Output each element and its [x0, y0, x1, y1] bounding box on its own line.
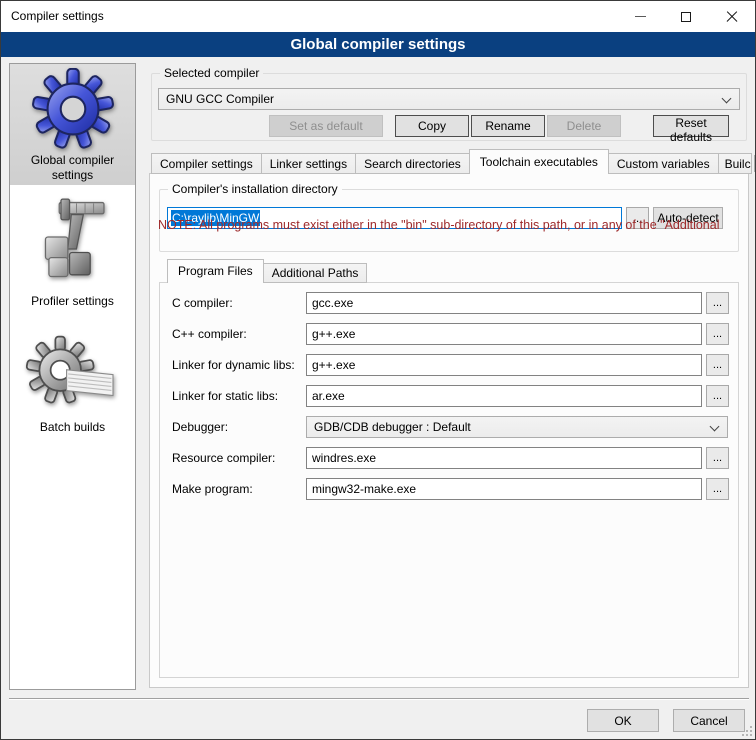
- caliper-profiler-icon: [30, 195, 116, 294]
- linker-dynamic-input[interactable]: [306, 354, 702, 376]
- minimize-button[interactable]: [617, 1, 663, 32]
- titlebar: Compiler settings: [1, 1, 755, 32]
- footer-separator: [9, 698, 749, 700]
- gray-gear-batch-icon: [25, 333, 121, 420]
- blue-gear-icon: [32, 68, 114, 153]
- linker-dynamic-browse-button[interactable]: ...: [706, 354, 729, 376]
- ok-button[interactable]: OK: [587, 709, 659, 732]
- close-icon: [725, 10, 739, 24]
- sidebar-item-label: Global compilersettings: [31, 153, 114, 189]
- window-title: Compiler settings: [11, 1, 104, 32]
- c-compiler-browse-button[interactable]: ...: [706, 292, 729, 314]
- c-compiler-input[interactable]: [306, 292, 702, 314]
- linker-dynamic-label: Linker for dynamic libs:: [172, 354, 295, 376]
- program-files-subtabstrip: Program Files Additional Paths: [167, 259, 367, 283]
- tab-compiler-settings[interactable]: Compiler settings: [151, 153, 262, 174]
- set-as-default-button[interactable]: Set as default: [269, 115, 383, 137]
- debugger-select[interactable]: GDB/CDB debugger : Default: [306, 416, 728, 438]
- copy-button[interactable]: Copy: [395, 115, 469, 137]
- resource-compiler-input[interactable]: [306, 447, 702, 469]
- minimize-icon: [635, 16, 646, 17]
- maximize-button[interactable]: [663, 1, 709, 32]
- sidebar-item-profiler-settings[interactable]: Profiler settings: [10, 191, 135, 319]
- make-program-browse-button[interactable]: ...: [706, 478, 729, 500]
- tab-custom-variables[interactable]: Custom variables: [608, 153, 719, 174]
- subtab-additional-paths[interactable]: Additional Paths: [263, 263, 368, 283]
- resize-grip-icon[interactable]: [742, 726, 752, 736]
- linker-static-label: Linker for static libs:: [172, 385, 278, 407]
- resource-compiler-label: Resource compiler:: [172, 447, 275, 469]
- debugger-label: Debugger:: [172, 416, 228, 438]
- linker-static-browse-button[interactable]: ...: [706, 385, 729, 407]
- debugger-select-value: GDB/CDB debugger : Default: [314, 420, 471, 434]
- compiler-settings-dialog: Compiler settings Global compiler settin…: [0, 0, 756, 740]
- settings-tabstrip: Compiler settings Linker settings Search…: [151, 149, 756, 174]
- linker-static-input[interactable]: [306, 385, 702, 407]
- sidebar-item-label: Batch builds: [40, 420, 105, 441]
- cpp-compiler-input[interactable]: [306, 323, 702, 345]
- c-compiler-label: C compiler:: [172, 292, 233, 314]
- settings-sidebar: Global compilersettings: [9, 63, 136, 690]
- tab-search-directories[interactable]: Search directories: [355, 153, 470, 174]
- tab-build-options-truncated[interactable]: Builc: [718, 153, 752, 174]
- compiler-select[interactable]: GNU GCC Compiler: [158, 88, 740, 110]
- cpp-compiler-browse-button[interactable]: ...: [706, 323, 729, 345]
- tab-linker-settings[interactable]: Linker settings: [261, 153, 356, 174]
- make-program-label: Make program:: [172, 478, 253, 500]
- cpp-compiler-label: C++ compiler:: [172, 323, 247, 345]
- tab-toolchain-executables[interactable]: Toolchain executables: [469, 149, 609, 174]
- program-files-panel: C compiler: ... C++ compiler: ... Linker…: [159, 282, 739, 678]
- chevron-down-icon: [710, 422, 720, 432]
- chevron-down-icon: [722, 94, 732, 104]
- resource-compiler-browse-button[interactable]: ...: [706, 447, 729, 469]
- make-program-input[interactable]: [306, 478, 702, 500]
- subtab-program-files[interactable]: Program Files: [167, 259, 264, 283]
- delete-button[interactable]: Delete: [547, 115, 621, 137]
- selected-compiler-group-label: Selected compiler: [160, 66, 263, 80]
- sidebar-item-batch-builds[interactable]: Batch builds: [10, 329, 135, 449]
- rename-button[interactable]: Rename: [471, 115, 545, 137]
- sidebar-item-global-compiler-settings[interactable]: Global compilersettings: [10, 64, 135, 185]
- cancel-button[interactable]: Cancel: [673, 709, 745, 732]
- toolchain-executables-page: Compiler's installation directory C:\ray…: [149, 173, 749, 688]
- sidebar-item-label: Profiler settings: [31, 294, 114, 315]
- bin-subdirectory-note: NOTE: All programs must exist either in …: [158, 218, 720, 232]
- dialog-banner: Global compiler settings: [1, 32, 755, 57]
- installation-directory-group-label: Compiler's installation directory: [168, 182, 342, 196]
- close-button[interactable]: [709, 1, 755, 32]
- maximize-icon: [681, 12, 691, 22]
- reset-defaults-button[interactable]: Reset defaults: [653, 115, 729, 137]
- compiler-select-value: GNU GCC Compiler: [166, 92, 274, 106]
